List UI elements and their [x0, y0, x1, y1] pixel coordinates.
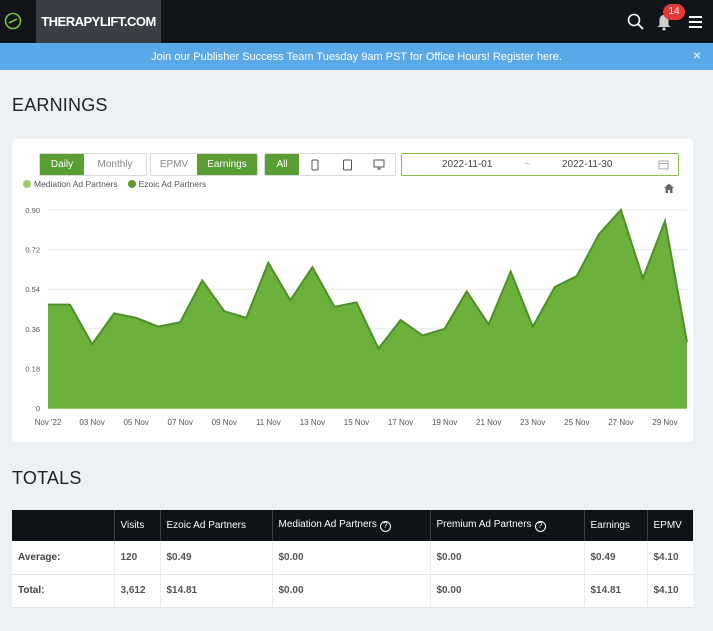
top-navbar: THERAPYLIFT.COM 14	[0, 0, 713, 43]
tablet-device-button[interactable]	[331, 154, 363, 175]
x-tick-label: 15 Nov	[344, 418, 369, 427]
cell-ezoic: $14.81	[160, 574, 273, 607]
end-date[interactable]: 2022-11-30	[562, 159, 612, 170]
earnings-button[interactable]: Earnings	[197, 154, 257, 175]
calendar-icon[interactable]	[658, 159, 669, 170]
cell-premium: $0.00	[430, 541, 585, 574]
x-tick-label: 05 Nov	[123, 418, 148, 427]
column-header-premium-label: Premium Ad Partners	[436, 519, 532, 530]
desktop-icon	[373, 159, 385, 170]
notification-badge: 14	[663, 4, 685, 20]
cell-mediation: $0.00	[272, 574, 431, 607]
legend-label-ezoic: Ezoic Ad Partners	[138, 179, 207, 189]
legend-swatch-ezoic	[127, 180, 136, 188]
site-selector[interactable]: THERAPYLIFT.COM	[36, 0, 161, 43]
y-tick-label: 0.18	[25, 364, 40, 373]
tablet-icon	[342, 159, 352, 170]
x-tick-label: 11 Nov	[256, 418, 281, 427]
banner-close-button[interactable]: ×	[693, 47, 701, 63]
row-label: Total:	[12, 574, 115, 607]
daily-button[interactable]: Daily	[40, 154, 84, 175]
device-toggle: All	[264, 153, 396, 176]
epmv-button[interactable]: EPMV	[151, 154, 197, 175]
column-header-epmv: EPMV	[653, 520, 682, 531]
x-tick-label: 19 Nov	[432, 418, 457, 427]
cell-premium: $0.00	[430, 574, 585, 607]
legend-label-mediation: Mediation Ad Partners	[34, 179, 118, 189]
totals-table: Visits Ezoic Ad Partners Mediation Ad Pa…	[12, 510, 693, 608]
period-toggle: Daily Monthly	[39, 153, 147, 176]
y-tick-label: 0.54	[25, 285, 40, 294]
column-header-premium: Premium Ad Partners?	[430, 510, 585, 541]
search-icon[interactable]	[626, 12, 646, 32]
x-tick-label: 13 Nov	[300, 418, 325, 427]
totals-title: TOTALS	[12, 468, 82, 488]
x-tick-label: 03 Nov	[79, 418, 104, 427]
earnings-chart: 0 0.18 0.36 0.54 0.72 0.90 Nov '22 03 Nov 05 No…	[25, 206, 688, 427]
help-icon[interactable]: ?	[534, 521, 546, 532]
x-tick-label: 29 Nov	[652, 418, 677, 427]
column-header-mediation: Mediation Ad Partners?	[272, 510, 431, 541]
x-tick-label: 23 Nov	[520, 418, 545, 427]
cell-epmv: $4.10	[653, 585, 679, 596]
table-row-total: Total: 3,612 $14.81 $0.00 $0.00 $14.81 $…	[12, 574, 693, 607]
monthly-button[interactable]: Monthly	[84, 154, 146, 175]
mobile-device-button[interactable]	[299, 154, 331, 175]
x-tick-label: 27 Nov	[608, 418, 633, 427]
column-header-mediation-label: Mediation Ad Partners	[278, 519, 377, 530]
hamburger-menu-icon[interactable]	[686, 12, 706, 32]
cell-visits: 3,612	[114, 574, 161, 607]
cell-visits: 120	[114, 541, 161, 574]
metric-toggle: EPMV Earnings	[150, 153, 258, 176]
cell-earnings: $0.49	[584, 541, 648, 574]
cell-epmv: $4.10	[653, 551, 679, 563]
column-header-earnings: Earnings	[584, 510, 648, 541]
date-range-picker[interactable]: 2022-11-01 ~ 2022-11-30	[401, 153, 679, 176]
x-tick-label: Nov '22	[35, 418, 62, 427]
column-header-visits: Visits	[114, 510, 161, 541]
cell-earnings: $14.81	[584, 574, 648, 607]
cell-ezoic: $0.49	[160, 541, 273, 574]
totals-header-row: Visits Ezoic Ad Partners Mediation Ad Pa…	[12, 510, 693, 541]
announcement-banner: Join our Publisher Success Team Tuesday …	[0, 43, 713, 70]
mobile-icon	[311, 159, 319, 170]
row-label: Average:	[12, 541, 115, 574]
y-tick-label: 0.72	[25, 246, 40, 255]
series-area-ezoic[interactable]	[48, 210, 687, 408]
y-tick-label: 0.36	[25, 325, 40, 334]
legend-item-ezoic[interactable]: Ezoic Ad Partners	[127, 179, 207, 189]
y-tick-label: 0	[36, 404, 40, 413]
column-header-ezoic: Ezoic Ad Partners	[160, 510, 273, 541]
x-tick-label: 09 Nov	[212, 418, 237, 427]
date-separator: ~	[524, 159, 530, 170]
device-all-button[interactable]: All	[265, 154, 299, 175]
legend-item-mediation[interactable]: Mediation Ad Partners	[23, 179, 118, 189]
home-icon[interactable]	[663, 182, 675, 194]
table-row-average: Average: 120 $0.49 $0.00 $0.00 $0.49 $4.…	[12, 541, 693, 574]
column-header-label	[12, 510, 115, 541]
x-tick-label: 25 Nov	[564, 418, 589, 427]
ezoic-logo-icon[interactable]	[4, 12, 22, 30]
cell-mediation: $0.00	[272, 541, 431, 574]
start-date[interactable]: 2022-11-01	[442, 159, 492, 170]
y-tick-label: 0.90	[25, 206, 40, 215]
help-icon[interactable]: ?	[379, 521, 391, 532]
x-tick-label: 07 Nov	[168, 418, 193, 427]
earnings-title: EARNINGS	[12, 95, 108, 115]
earnings-chart-card: Daily Monthly EPMV Earnings All 2022-11-…	[12, 139, 693, 442]
desktop-device-button[interactable]	[363, 154, 395, 175]
legend-swatch-mediation	[23, 180, 31, 188]
banner-message: Join our Publisher Success Team Tuesday …	[151, 50, 490, 63]
chart-legend: Mediation Ad Partners Ezoic Ad Partners	[23, 179, 206, 189]
register-link[interactable]: Register here.	[493, 51, 562, 63]
x-tick-label: 17 Nov	[388, 418, 413, 427]
x-tick-label: 21 Nov	[476, 418, 501, 427]
